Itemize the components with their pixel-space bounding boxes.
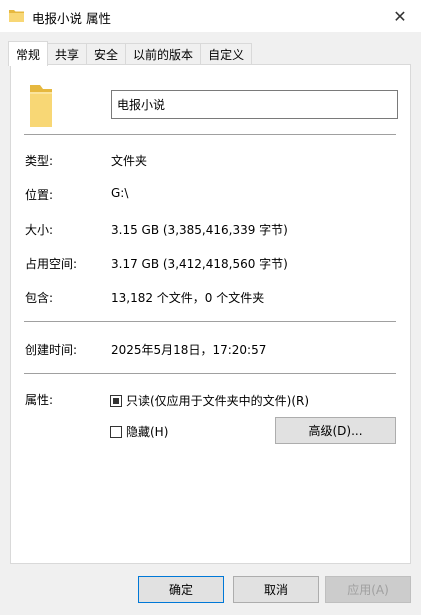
close-icon: ✕ bbox=[393, 6, 407, 26]
created-value: 2025年5月18日，17:20:57 bbox=[111, 343, 267, 357]
window-title: 电报小说 属性 bbox=[32, 11, 111, 26]
cancel-button[interactable]: 取消 bbox=[233, 576, 319, 603]
tab-general[interactable]: 常规 bbox=[8, 41, 49, 66]
disk-size-value: 3.17 GB (3,412,418,560 字节) bbox=[111, 257, 288, 271]
readonly-label: 只读(仅应用于文件夹中的文件)(R) bbox=[126, 394, 310, 408]
title-bar: 电报小说 属性 ✕ bbox=[0, 0, 421, 32]
tab-strip: 常规 共享 安全 以前的版本 自定义 bbox=[8, 41, 253, 66]
general-panel: 类型: 文件夹 位置: G:\ 大小: 3.15 GB (3,385,416,3… bbox=[10, 64, 411, 564]
tab-security[interactable]: 安全 bbox=[86, 43, 127, 65]
disk-size-label: 占用空间: bbox=[25, 257, 78, 271]
indeterminate-mark bbox=[113, 397, 119, 404]
separator bbox=[24, 373, 396, 374]
hidden-label: 隐藏(H) bbox=[126, 425, 169, 439]
contains-value: 13,182 个文件，0 个文件夹 bbox=[111, 291, 265, 305]
folder-name-input[interactable] bbox=[111, 90, 398, 119]
tab-sharing[interactable]: 共享 bbox=[47, 43, 88, 65]
large-folder-icon bbox=[30, 85, 52, 127]
advanced-button[interactable]: 高级(D)... bbox=[275, 417, 396, 444]
type-label: 类型: bbox=[25, 154, 54, 168]
ok-button[interactable]: 确定 bbox=[138, 576, 224, 603]
close-button[interactable]: ✕ bbox=[379, 0, 421, 32]
tab-previous-versions[interactable]: 以前的版本 bbox=[125, 43, 202, 65]
size-label: 大小: bbox=[25, 223, 54, 237]
contains-label: 包含: bbox=[25, 291, 54, 305]
created-label: 创建时间: bbox=[25, 343, 78, 357]
separator bbox=[24, 321, 396, 322]
apply-button[interactable]: 应用(A) bbox=[325, 576, 411, 603]
location-label: 位置: bbox=[25, 188, 54, 202]
readonly-checkbox-row[interactable]: 只读(仅应用于文件夹中的文件)(R) bbox=[110, 392, 309, 409]
attributes-label: 属性: bbox=[25, 393, 54, 407]
location-value: G:\ bbox=[111, 186, 129, 200]
tab-customize[interactable]: 自定义 bbox=[200, 43, 253, 65]
size-value: 3.15 GB (3,385,416,339 字节) bbox=[111, 223, 288, 237]
folder-icon bbox=[9, 10, 24, 22]
hidden-checkbox-row[interactable]: 隐藏(H) bbox=[110, 423, 168, 440]
type-value: 文件夹 bbox=[111, 154, 148, 168]
separator bbox=[24, 134, 396, 135]
properties-dialog: 电报小说 属性 ✕ 常规 共享 安全 以前的版本 自定义 类型: 文件夹 位置:… bbox=[0, 0, 421, 615]
hidden-checkbox[interactable] bbox=[110, 425, 122, 438]
readonly-checkbox[interactable] bbox=[110, 394, 122, 407]
